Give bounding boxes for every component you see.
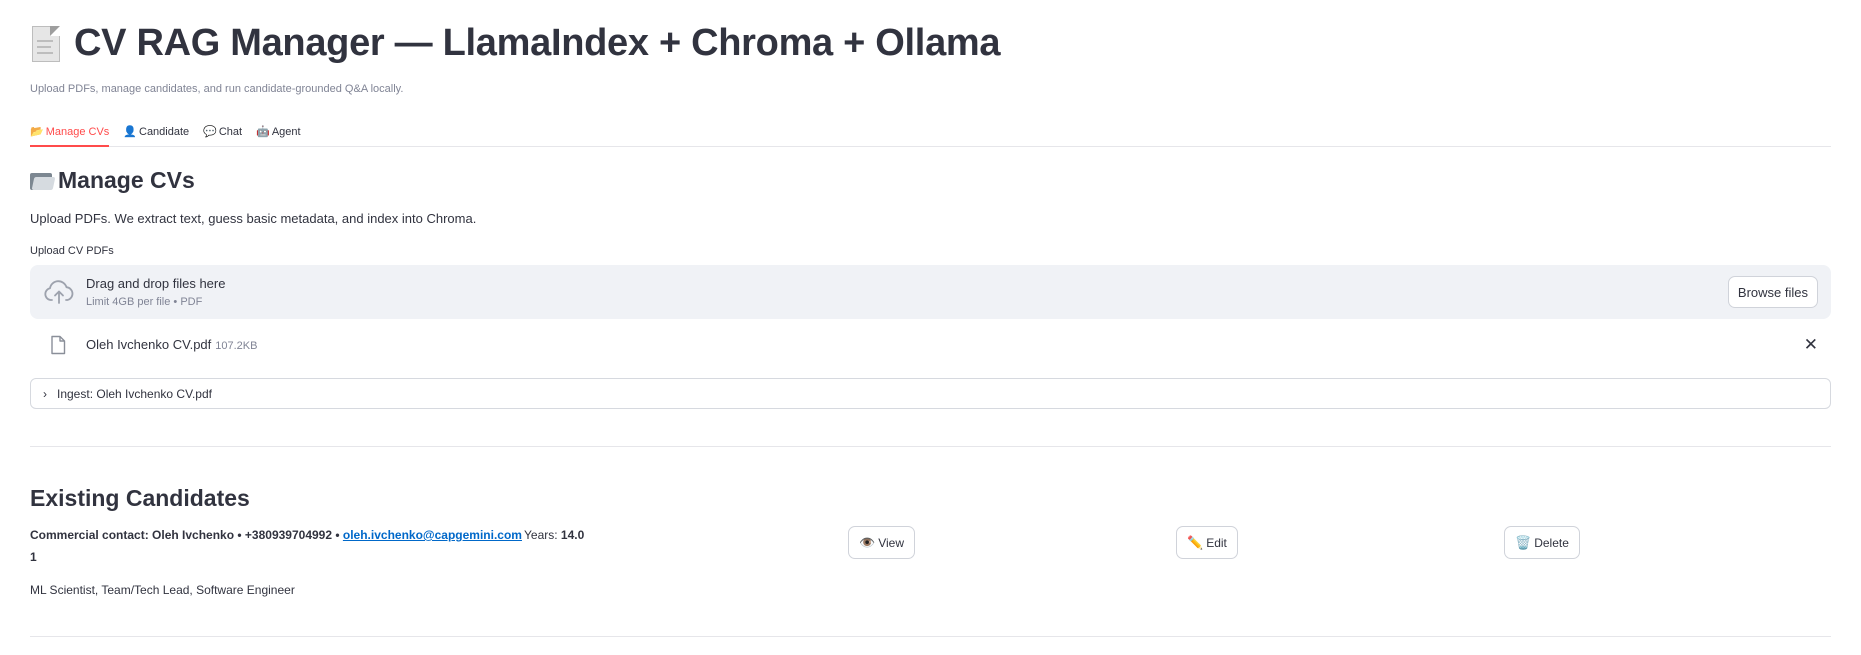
candidate-divider: [30, 636, 1831, 637]
chevron-right-icon: ›: [43, 386, 47, 401]
cloud-upload-icon: [43, 279, 75, 310]
tab-label: Candidate: [139, 125, 190, 138]
tab-chat[interactable]: 💬 Chat: [203, 117, 242, 146]
manage-cvs-heading: Manage CVs: [30, 167, 195, 194]
manage-cvs-heading-text: Manage CVs: [58, 167, 195, 193]
tab-candidate[interactable]: 👤 Candidate: [123, 117, 189, 146]
view-button[interactable]: 👁️ View: [848, 526, 915, 559]
delete-button-label: Delete: [1534, 535, 1569, 550]
manage-description: Upload PDFs. We extract text, guess basi…: [30, 211, 477, 226]
robot-icon: 🤖: [256, 126, 270, 138]
app-page: CV RAG Manager — LlamaIndex + Chroma + O…: [0, 0, 1861, 655]
candidate-contact-text: Commercial contact: Oleh Ivchenko • +380…: [30, 528, 343, 542]
pencil-icon: ✏️: [1187, 534, 1204, 550]
candidate-contact: Commercial contact: Oleh Ivchenko • +380…: [30, 528, 522, 542]
tab-label: Agent: [271, 125, 301, 138]
tab-label: Manage CVs: [45, 125, 110, 138]
tab-manage-cvs[interactable]: 📂 Manage CVs: [30, 117, 110, 147]
candidate-years: Years: 14.0: [524, 528, 584, 542]
section-divider: [30, 446, 1831, 447]
dropzone-main-text: Drag and drop files here: [86, 276, 226, 291]
uploaded-file-row: Oleh Ivchenko CV.pdf 107.2KB ✕: [30, 330, 1831, 360]
trash-icon: 🗑️: [1515, 534, 1532, 550]
ingest-expander-label: Ingest: Oleh Ivchenko CV.pdf: [57, 386, 212, 401]
candidate-index: 1: [30, 550, 37, 564]
folder-icon: 📂: [30, 126, 44, 138]
file-icon: [49, 335, 67, 360]
browse-files-button[interactable]: Browse files: [1727, 276, 1818, 308]
existing-candidates-heading: Existing Candidates: [30, 485, 250, 511]
file-name-text: Oleh Ivchenko CV.pdf: [86, 337, 212, 352]
person-icon: 👤: [123, 126, 137, 138]
eye-icon: 👁️: [859, 534, 876, 550]
uploaded-file-name: Oleh Ivchenko CV.pdf 107.2KB: [86, 337, 257, 352]
open-folder-icon: [30, 171, 56, 191]
page-subtitle: Upload PDFs, manage candidates, and run …: [30, 83, 404, 95]
candidate-email-link[interactable]: oleh.ivchenko@capgemini.com: [343, 528, 522, 542]
dropzone-limit-text: Limit 4GB per file • PDF: [86, 296, 203, 308]
years-value: 14.0: [560, 528, 585, 542]
file-dropzone[interactable]: Drag and drop files here Limit 4GB per f…: [30, 265, 1831, 319]
speech-bubble-icon: 💬: [203, 126, 217, 138]
ingest-expander[interactable]: › Ingest: Oleh Ivchenko CV.pdf: [30, 378, 1831, 409]
title-row: CV RAG Manager — LlamaIndex + Chroma + O…: [30, 22, 1001, 65]
tab-bar: 📂 Manage CVs 👤 Candidate 💬 Chat 🤖 Agent: [30, 117, 1831, 147]
candidate-roles: ML Scientist, Team/Tech Lead, Software E…: [30, 583, 295, 597]
view-button-label: View: [878, 535, 904, 550]
page-document-icon: [30, 24, 64, 64]
upload-label: Upload CV PDFs: [30, 245, 114, 257]
edit-button-label: Edit: [1206, 535, 1227, 550]
page-title: CV RAG Manager — LlamaIndex + Chroma + O…: [74, 22, 1001, 64]
tab-label: Chat: [218, 125, 243, 138]
tab-agent[interactable]: 🤖 Agent: [256, 117, 300, 146]
edit-button[interactable]: ✏️ Edit: [1176, 526, 1238, 559]
file-size: 107.2KB: [215, 340, 258, 352]
remove-file-close-icon[interactable]: ✕: [1804, 336, 1818, 353]
delete-button[interactable]: 🗑️ Delete: [1504, 526, 1580, 559]
years-label: Years:: [524, 528, 561, 542]
